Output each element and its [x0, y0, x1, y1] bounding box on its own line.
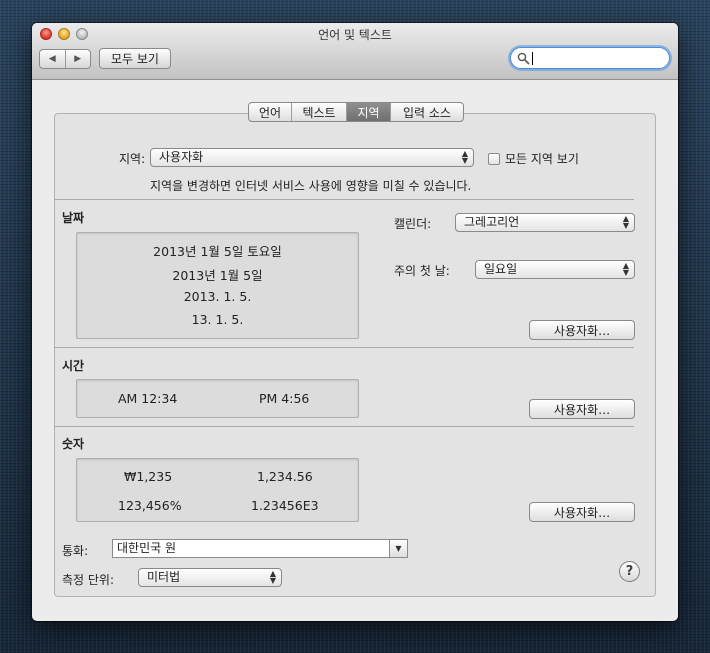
currency-combo-value: 대한민국 원 — [117, 541, 177, 555]
time-sample-afternoon: PM 4:56 — [259, 391, 310, 406]
customize-dates-button[interactable]: 사용자화… — [529, 320, 635, 340]
up-down-arrows-icon: ▲ ▼ — [622, 214, 629, 230]
search-input[interactable] — [532, 50, 662, 66]
up-down-arrows-icon: ▲ ▼ — [461, 149, 468, 165]
first-day-label: 주의 첫 날: — [394, 264, 450, 278]
currency-combo[interactable]: 대한민국 원 ▼ — [112, 539, 408, 558]
number-sample-percent: 123,456% — [118, 498, 182, 513]
dates-section-title: 날짜 — [62, 211, 85, 225]
divider — [54, 347, 634, 348]
tab-language[interactable]: 언어 — [249, 103, 292, 121]
divider — [54, 199, 634, 200]
numbers-section-title: 숫자 — [62, 437, 85, 451]
number-samples-box: ₩1,235 1,234.56 123,456% 1.23456E3 — [76, 458, 359, 522]
time-samples-box: AM 12:34 PM 4:56 — [76, 379, 359, 418]
preferences-window: 언어 및 텍스트 ◀ ▶ 모두 보기 언어 텍스트 지역 입력 소스 지역: 사… — [32, 23, 678, 621]
back-forward-control: ◀ ▶ — [39, 49, 91, 69]
region-note: 지역을 변경하면 인터넷 서비스 사용에 영향을 미칠 수 있습니다. — [150, 179, 472, 193]
measurement-popup-value: 미터법 — [147, 570, 181, 584]
region-popup-value: 사용자화 — [159, 150, 204, 164]
show-all-button[interactable]: 모두 보기 — [99, 48, 171, 69]
divider — [54, 426, 634, 427]
number-sample-currency: ₩1,235 — [124, 469, 173, 484]
calendar-label: 캘린더: — [394, 217, 432, 231]
window-title: 언어 및 텍스트 — [318, 28, 392, 42]
tab-region[interactable]: 지역 — [347, 103, 391, 121]
calendar-popup-value: 그레고리언 — [464, 215, 520, 229]
date-sample-short: 13. 1. 5. — [191, 312, 244, 327]
region-popup[interactable]: 사용자화 ▲ ▼ — [150, 148, 474, 167]
tab-bar: 언어 텍스트 지역 입력 소스 — [248, 102, 464, 122]
currency-label: 통화: — [62, 544, 89, 558]
number-sample-scientific: 1.23456E3 — [251, 498, 319, 513]
up-down-arrows-icon: ▲ ▼ — [269, 569, 276, 585]
magnifier-icon — [517, 52, 530, 65]
first-day-popup[interactable]: 일요일 ▲ ▼ — [475, 260, 635, 279]
times-section-title: 시간 — [62, 359, 85, 373]
time-sample-short: AM 12:34 — [118, 391, 178, 406]
search-field[interactable] — [510, 47, 670, 69]
help-button[interactable]: ? — [619, 561, 640, 582]
number-sample-decimal: 1,234.56 — [257, 469, 313, 484]
date-sample-full: 2013년 1월 5일 토요일 — [153, 244, 282, 259]
show-all-regions-label: 모든 지역 보기 — [505, 152, 579, 166]
up-down-arrows-icon: ▲ ▼ — [622, 261, 629, 277]
title-bar: 언어 및 텍스트 ◀ ▶ 모두 보기 — [32, 23, 678, 80]
show-all-regions-checkbox[interactable] — [488, 152, 500, 165]
date-samples-box: 2013년 1월 5일 토요일 2013년 1월 5일 2013. 1. 5. … — [76, 232, 359, 339]
measurement-label: 측정 단위: — [62, 573, 115, 587]
first-day-popup-value: 일요일 — [484, 262, 518, 276]
chevron-down-icon[interactable]: ▼ — [389, 540, 407, 557]
text-caret — [532, 52, 533, 65]
customize-times-button[interactable]: 사용자화… — [529, 399, 635, 419]
calendar-popup[interactable]: 그레고리언 ▲ ▼ — [455, 213, 635, 232]
customize-numbers-button[interactable]: 사용자화… — [529, 502, 635, 522]
tab-input-sources[interactable]: 입력 소스 — [391, 103, 463, 121]
region-label: 지역: — [119, 152, 146, 166]
forward-arrow-icon[interactable]: ▶ — [66, 50, 91, 68]
date-sample-medium: 2013. 1. 5. — [183, 289, 252, 304]
back-arrow-icon[interactable]: ◀ — [40, 50, 66, 68]
tab-text[interactable]: 텍스트 — [292, 103, 347, 121]
measurement-popup[interactable]: 미터법 ▲ ▼ — [138, 568, 282, 587]
show-all-regions-option[interactable]: 모든 지역 보기 — [488, 150, 579, 167]
date-sample-long: 2013년 1월 5일 — [172, 268, 263, 283]
